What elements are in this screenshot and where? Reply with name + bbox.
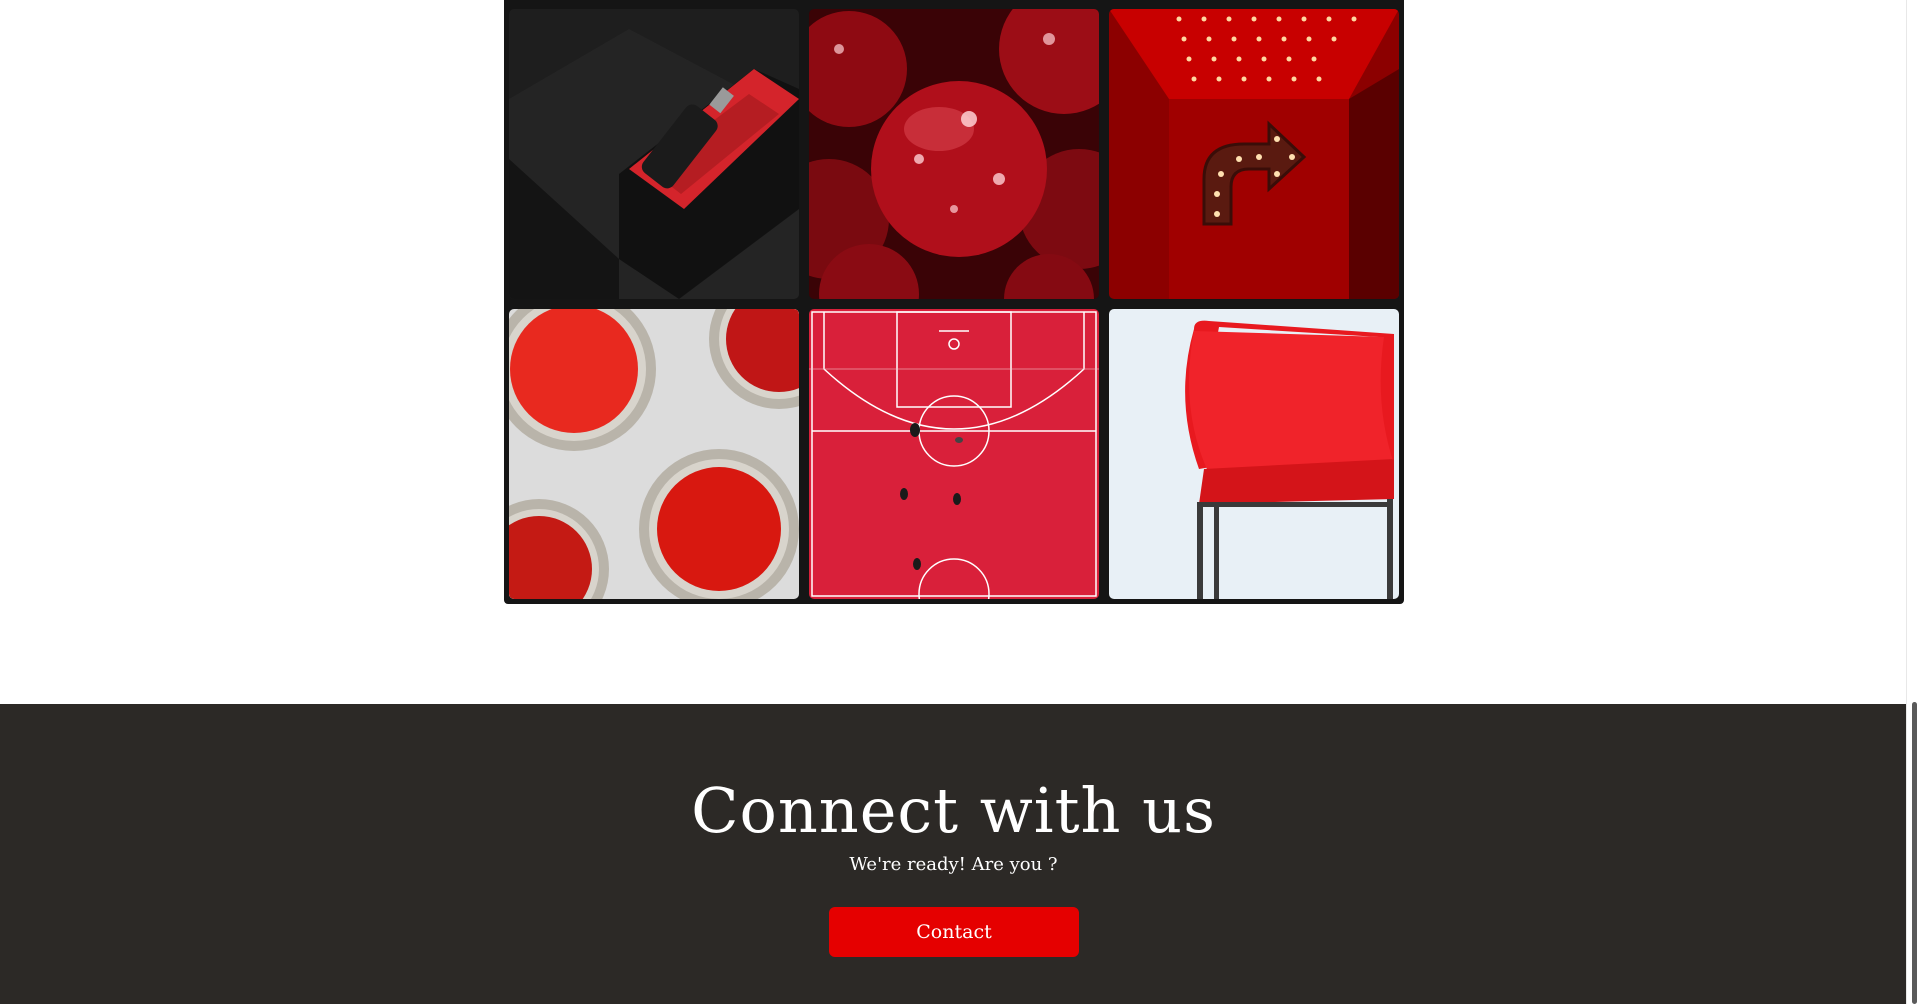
scrollbar-thumb[interactable] [1912,702,1917,1004]
basketball-court-image[interactable] [809,309,1099,599]
cherries-image[interactable] [809,9,1099,299]
paint-cans-image[interactable] [509,309,799,599]
footer-subtitle: We're ready! Are you ? [849,854,1058,875]
neon-arrow-sign-image[interactable] [1109,9,1399,299]
red-chair-image[interactable] [1109,309,1399,599]
perfume-bottle-box-image[interactable] [509,9,799,299]
footer-title: Connect with us [691,774,1216,847]
footer-section: Connect with us We're ready! Are you ? C… [0,704,1907,1004]
page-scrollbar[interactable] [1906,0,1920,1004]
contact-button[interactable]: Contact [829,907,1079,957]
image-gallery [504,0,1404,604]
